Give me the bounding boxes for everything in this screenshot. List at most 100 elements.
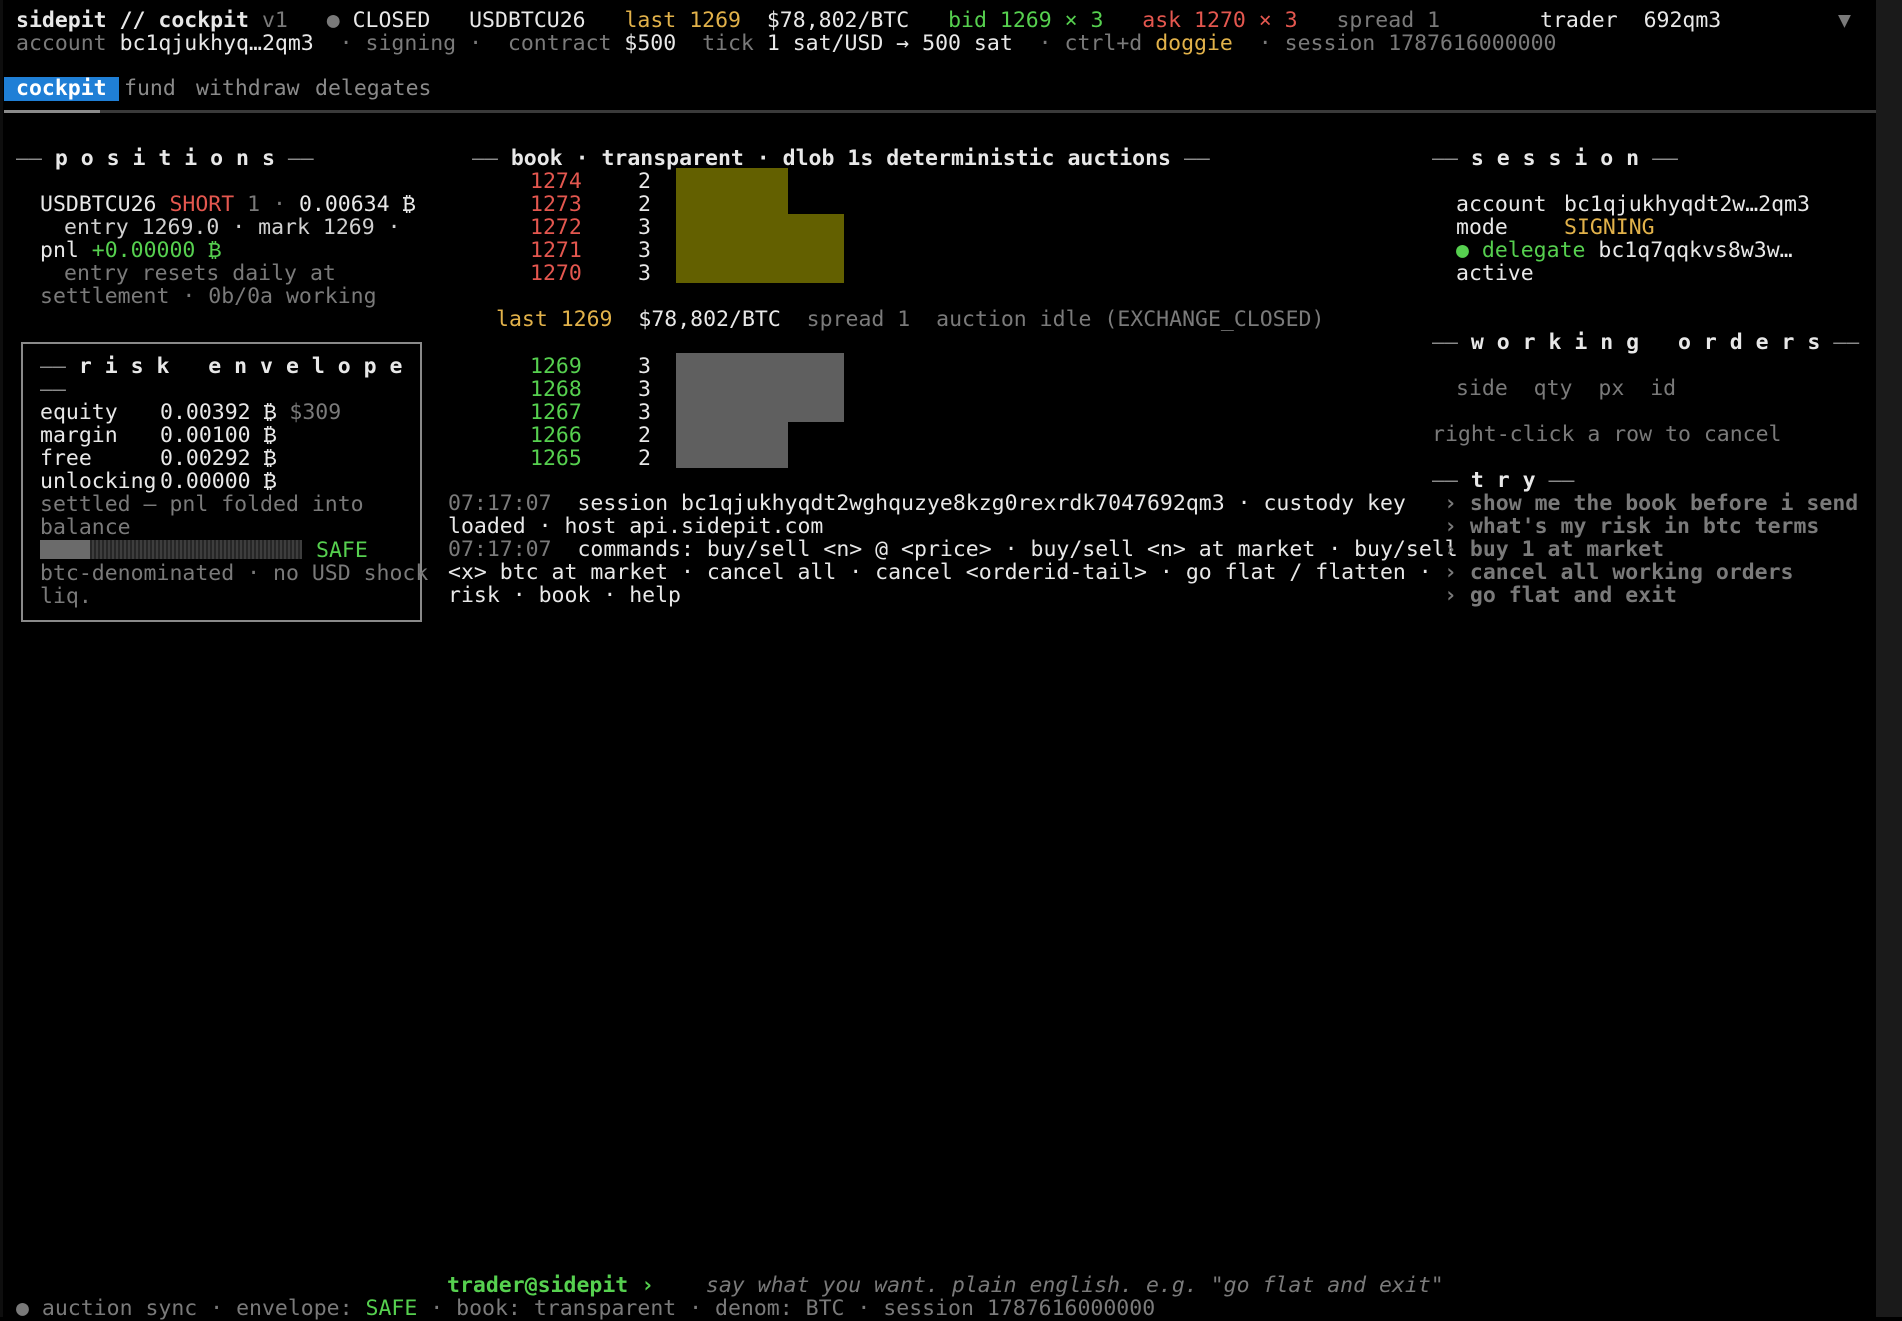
status-text: auction sync · envelope:: [41, 1296, 353, 1321]
book-qty: 2: [638, 446, 651, 471]
unlocking-value: 0.00000 ₿: [160, 469, 277, 494]
free-value: 0.00292 ₿: [160, 446, 277, 471]
book-price[interactable]: 1267: [530, 401, 582, 424]
tick-value: 1 sat/USD → 500 sat: [766, 31, 1013, 56]
book-price[interactable]: 1268: [530, 378, 582, 401]
book-qty: 2: [638, 192, 651, 217]
mid-spread: spread 1: [806, 307, 911, 332]
risk-row-label: free: [40, 446, 92, 471]
risk-footnote: btc-denominated · no USD shock: [40, 561, 429, 586]
tab-delegates[interactable]: delegates: [315, 77, 432, 101]
contract-label: contract: [507, 31, 612, 56]
margin-value: 0.00100 ₿: [160, 423, 277, 448]
trader-info: trader 692qm3: [1540, 9, 1721, 32]
risk-row-label: margin: [40, 423, 118, 448]
contract-symbol: USDBTCU26: [469, 8, 586, 33]
try-title: t r y: [1470, 468, 1536, 493]
position-row[interactable]: USDBTCU26 SHORT 1 · 0.00634 ₿: [40, 193, 415, 216]
header-bar: sidepit // cockpit v1 ● CLOSED USDBTCU26…: [16, 9, 1440, 32]
tab-active-indicator: [4, 110, 100, 113]
status-text: · book: transparent · denom: BTC · sessi…: [430, 1296, 1156, 1321]
suggestion-text: go flat and exit: [1469, 583, 1677, 608]
delegate-label: delegate: [1481, 238, 1586, 263]
risk-level-bar: [40, 540, 302, 559]
suggestion-text: buy 1 at market: [1469, 537, 1665, 562]
tick-label: tick: [702, 31, 754, 56]
log-text: loaded · host api.sidepit.com: [448, 514, 824, 539]
log-entry: 07:17:07 session bc1qjukhyqdt2wghquzye8k…: [448, 492, 1406, 515]
delegate-dot-icon: ●: [1456, 238, 1469, 263]
tab-fund[interactable]: fund: [124, 77, 176, 101]
book-header: —— book · transparent · dlob 1s determin…: [472, 146, 1210, 171]
book-mid-line: last 1269 $78,802/BTC spread 1 auction i…: [496, 308, 1324, 331]
position-side: SHORT: [169, 192, 235, 217]
spread: spread 1: [1336, 8, 1441, 33]
window-edge: [0, 0, 3, 1317]
chevron-right-icon: ›: [1444, 583, 1470, 608]
menu-chevron-down-icon[interactable]: ▼: [1838, 9, 1851, 32]
tab-withdraw[interactable]: withdraw: [196, 77, 300, 101]
position-note: entry resets daily at: [64, 261, 336, 286]
command-prompt[interactable]: trader@sidepit › say what you want. plai…: [447, 1274, 1444, 1297]
status-envelope-state: SAFE: [365, 1296, 418, 1321]
suggestion-item[interactable]: › show me the book before i send: [1444, 492, 1858, 515]
book-price[interactable]: 1273: [530, 193, 582, 216]
try-header: —— t r y ——: [1432, 468, 1575, 493]
book-qty: 2: [638, 423, 651, 448]
suggestion-item[interactable]: › go flat and exit: [1444, 584, 1677, 607]
chevron-right-icon: ›: [1444, 537, 1470, 562]
col-side: side: [1456, 376, 1508, 401]
risk-title: r i s k e n v e l o p e: [78, 354, 403, 379]
best-bid: bid 1269 × 3: [948, 8, 1104, 33]
book-depth-bar: [676, 376, 844, 399]
book-depth-bar: [676, 399, 844, 422]
delegate-value: bc1q7qqkvs8w3w…: [1598, 238, 1793, 263]
book-depth-bar: [676, 353, 844, 376]
book-price[interactable]: 1269: [530, 355, 582, 378]
session-title: s e s s i o n: [1470, 146, 1640, 171]
pnl-label: pnl: [40, 238, 79, 263]
mid-last: last 1269: [496, 307, 613, 332]
col-id: id: [1650, 376, 1677, 401]
suggestion-text: show me the book before i send: [1469, 491, 1859, 516]
book-price[interactable]: 1270: [530, 262, 582, 285]
book-price[interactable]: 1274: [530, 170, 582, 193]
suggestion-item[interactable]: › cancel all working orders: [1444, 561, 1794, 584]
risk-settled-note: settled — pnl folded into: [40, 492, 364, 517]
risk-header: —— r i s k e n v e l o p e: [40, 354, 403, 379]
pnl-value: +0.00000 ₿: [91, 238, 222, 263]
position-sep: ·: [273, 192, 286, 217]
orders-header: —— w o r k i n g o r d e r s ——: [1432, 330, 1860, 355]
tab-divider: [4, 110, 1876, 113]
book-price[interactable]: 1265: [530, 447, 582, 470]
suggestion-item[interactable]: › buy 1 at market: [1444, 538, 1664, 561]
signing-indicator: · signing ·: [339, 31, 483, 56]
book-price[interactable]: 1266: [530, 424, 582, 447]
book-price[interactable]: 1271: [530, 239, 582, 262]
equity-usd: $309: [289, 400, 342, 425]
book-depth-bar: [676, 445, 788, 468]
risk-level-fill: [40, 540, 90, 559]
ctrl-hint: · ctrl+d: [1038, 31, 1143, 56]
app-title: sidepit // cockpit: [16, 8, 249, 33]
scrollbar-track[interactable]: [1876, 0, 1902, 1317]
risk-row-value: 0.00392 ₿ $309: [160, 401, 341, 424]
contract-value: $500: [624, 31, 677, 56]
market-status: CLOSED: [352, 8, 431, 33]
book-depth-bar: [676, 422, 788, 445]
session-mode-label: mode: [1456, 215, 1508, 240]
position-pnl: pnl +0.00000 ₿: [40, 239, 221, 262]
account-label: account: [16, 31, 107, 56]
command-input[interactable]: say what you want. plain english. e.g. "…: [706, 1273, 1444, 1298]
tab-cockpit[interactable]: cockpit: [4, 77, 119, 101]
trader-label: trader: [1540, 8, 1618, 33]
log-text: commands: buy/sell <n> @ <price> · buy/s…: [577, 537, 1458, 562]
last-value: 1269: [689, 8, 741, 33]
suggestion-item[interactable]: › what's my risk in btc terms: [1444, 515, 1819, 538]
positions-header: —— p o s i t i o n s ——: [16, 146, 314, 171]
app-version: v1: [261, 8, 288, 33]
risk-row-label: equity: [40, 400, 118, 425]
book-depth-bar: [676, 214, 844, 237]
position-size: 0.00634 ₿: [298, 192, 416, 217]
book-price[interactable]: 1272: [530, 216, 582, 239]
